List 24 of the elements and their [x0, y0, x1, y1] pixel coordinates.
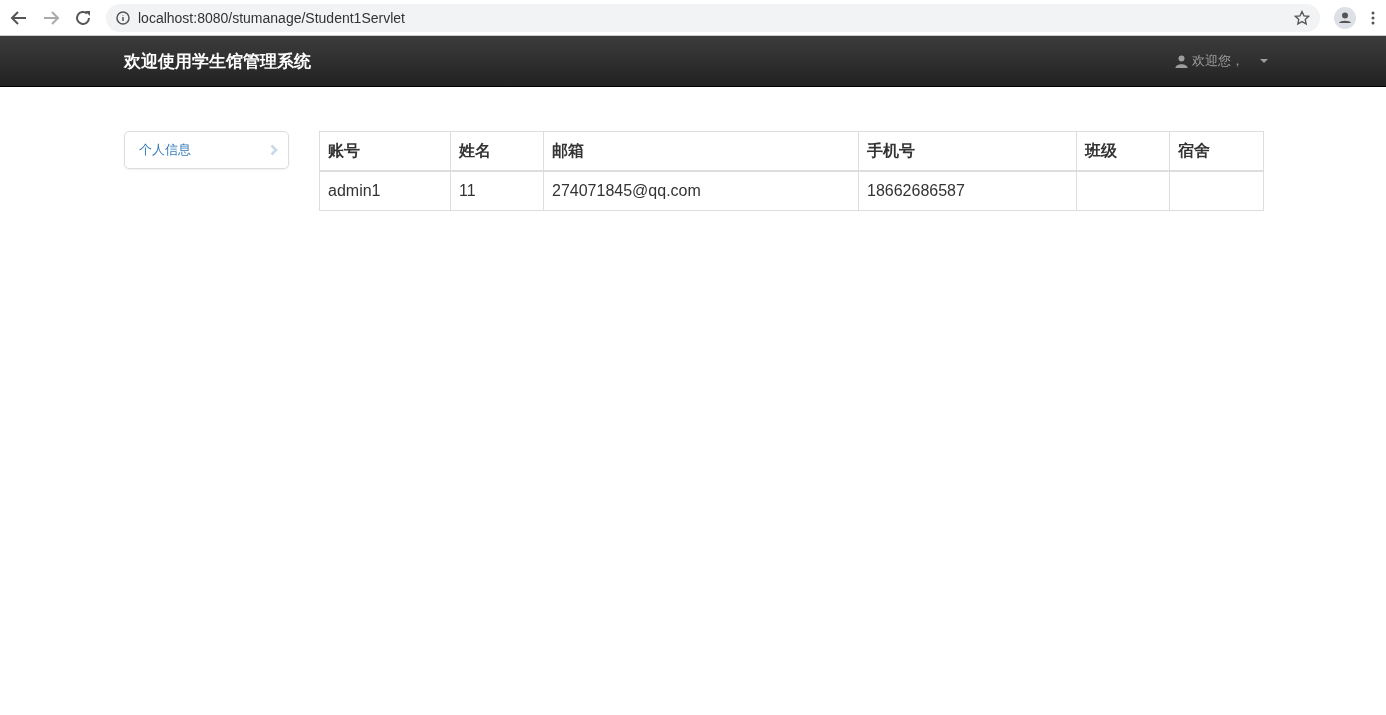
- column-header: 班级: [1076, 131, 1170, 171]
- table-cell: 274071845@qq.com: [543, 171, 859, 211]
- column-header: 账号: [319, 131, 451, 171]
- column-header: 邮箱: [543, 131, 859, 171]
- star-icon[interactable]: [1294, 9, 1310, 26]
- menu-icon[interactable]: [1370, 9, 1376, 26]
- url-text: localhost:8080/stumanage/Student1Servlet: [138, 9, 405, 26]
- chevron-icon: [270, 144, 278, 156]
- user-icon: [1175, 54, 1188, 68]
- profile-icon[interactable]: [1334, 6, 1356, 29]
- table-cell: admin1: [319, 171, 451, 211]
- back-icon[interactable]: [10, 8, 28, 27]
- column-header: 姓名: [450, 131, 544, 171]
- table-cell: 11: [450, 171, 544, 211]
- caret-icon: [1260, 59, 1268, 63]
- address-bar[interactable]: localhost:8080/stumanage/Student1Servlet: [106, 3, 1320, 32]
- user-menu[interactable]: 欢迎您，: [1175, 52, 1268, 70]
- brand-title: 欢迎使用学生馆管理系统: [124, 50, 311, 73]
- column-header: 手机号: [858, 131, 1077, 171]
- info-icon[interactable]: [116, 10, 130, 25]
- table-cell: 18662686587: [858, 171, 1077, 211]
- column-header: 宿舍: [1169, 131, 1264, 171]
- sidebar-item[interactable]: 个人信息: [124, 131, 289, 169]
- reload-icon[interactable]: [74, 8, 92, 27]
